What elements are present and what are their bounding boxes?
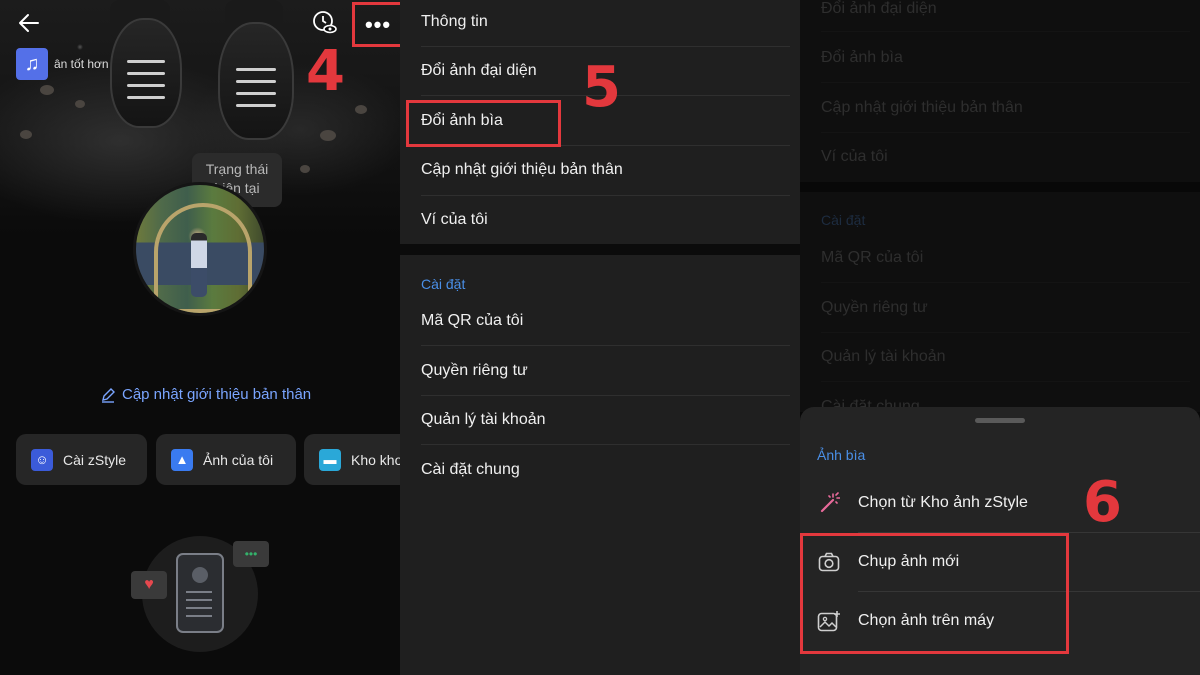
- archive-chip[interactable]: ▬ Kho kho: [304, 434, 400, 485]
- dimmed-settings-title: Cài đặt: [821, 212, 866, 228]
- zstyle-label: Cài zStyle: [63, 451, 127, 468]
- avatar[interactable]: [133, 182, 267, 316]
- divider: [821, 31, 1190, 32]
- divider: [421, 46, 790, 47]
- archive-label: Kho kho: [351, 451, 400, 468]
- menu-item-privacy[interactable]: Quyền riêng tư: [421, 362, 528, 380]
- music-caption: ân tốt hơn: [54, 57, 109, 71]
- dimmed-item: Quản lý tài khoản: [821, 348, 946, 365]
- menu-item-update-bio[interactable]: Cập nhật giới thiệu bản thân: [421, 161, 623, 179]
- dimmed-menu-top: Đổi ảnh đại diện Đổi ảnh bìa Cập nhật gi…: [800, 0, 1200, 182]
- profile-panel: ••• 4 ♫ ân tốt hơn Trạng thái hiện tại C…: [0, 0, 400, 675]
- divider: [421, 345, 790, 346]
- dimmed-item: Cập nhật giới thiệu bản thân: [821, 99, 1023, 116]
- highlight-photo-options: [800, 533, 1069, 654]
- menu-panel: Thông tin Đổi ảnh đại diện Đổi ảnh bìa C…: [400, 0, 800, 675]
- menu-section-settings: Cài đặt Mã QR của tôi Quyền riêng tư Quả…: [400, 255, 800, 675]
- step-5-label: 5: [582, 55, 621, 120]
- cover-shoe-left: [110, 18, 182, 128]
- cover-sheet-panel: Đổi ảnh đại diện Đổi ảnh bìa Cập nhật gi…: [800, 0, 1200, 675]
- divider: [821, 332, 1190, 333]
- divider: [821, 82, 1190, 83]
- highlight-change-cover: [406, 100, 561, 147]
- divider: [421, 195, 790, 196]
- more-options-button[interactable]: •••: [352, 2, 400, 47]
- message-icon: •••: [233, 541, 269, 567]
- heart-icon: ♥: [131, 571, 167, 599]
- divider: [821, 132, 1190, 133]
- magic-wand-icon: [817, 491, 841, 515]
- menu-item-change-avatar[interactable]: Đổi ảnh đại diện: [421, 62, 537, 80]
- option-zstyle-gallery[interactable]: Chọn từ Kho ảnh zStyle: [800, 475, 1200, 531]
- cover-pebble: [75, 100, 85, 108]
- sheet-drag-handle[interactable]: [975, 418, 1025, 423]
- photo-icon: ▲: [171, 448, 193, 471]
- divider: [421, 444, 790, 445]
- dimmed-item: Mã QR của tôi: [821, 249, 924, 266]
- status-line-1: Trạng thái: [205, 161, 269, 177]
- settings-section-title: Cài đặt: [421, 276, 466, 292]
- option-zstyle-label: Chọn từ Kho ảnh zStyle: [858, 494, 1028, 511]
- eye-clock-icon[interactable]: [310, 8, 340, 38]
- divider: [821, 282, 1190, 283]
- update-bio-link[interactable]: Cập nhật giới thiệu bản thân: [100, 386, 311, 403]
- cover-pebble: [300, 165, 310, 173]
- dimmed-item: Đổi ảnh đại diện: [821, 0, 937, 17]
- dimmed-item: Ví của tôi: [821, 148, 888, 165]
- menu-item-account[interactable]: Quản lý tài khoản: [421, 411, 546, 429]
- my-photos-chip[interactable]: ▲ Ảnh của tôi: [156, 434, 296, 485]
- menu-item-wallet[interactable]: Ví của tôi: [421, 211, 488, 229]
- cover-shoe-right: [218, 22, 294, 140]
- more-dots-icon: •••: [364, 11, 392, 37]
- menu-item-general-settings[interactable]: Cài đặt chung: [421, 461, 520, 479]
- dimmed-item: Đổi ảnh bìa: [821, 49, 903, 66]
- music-note-icon[interactable]: ♫: [16, 48, 48, 80]
- divider: [421, 395, 790, 396]
- cover-pebble: [355, 105, 367, 114]
- divider: [821, 381, 1190, 382]
- pencil-icon: [102, 387, 115, 403]
- zstyle-chip[interactable]: ☺ Cài zStyle: [16, 434, 147, 485]
- back-arrow-icon[interactable]: [14, 8, 44, 38]
- archive-box-icon: ▬: [319, 448, 341, 471]
- cover-pebble: [320, 130, 336, 141]
- update-bio-label: Cập nhật giới thiệu bản thân: [122, 386, 312, 403]
- menu-item-qr[interactable]: Mã QR của tôi: [421, 312, 523, 330]
- sheet-title: Ảnh bìa: [817, 447, 866, 463]
- menu-item-info[interactable]: Thông tin: [421, 13, 488, 31]
- my-photos-label: Ảnh của tôi: [203, 451, 274, 468]
- zstyle-icon: ☺: [31, 448, 53, 471]
- cover-pebble: [40, 85, 54, 95]
- step-4-label: 4: [306, 39, 345, 104]
- cover-pebble: [20, 130, 32, 139]
- step-6-label: 6: [1083, 470, 1122, 535]
- avatar-person: [191, 233, 207, 297]
- dimmed-menu-settings: Cài đặt Mã QR của tôi Quyền riêng tư Quả…: [800, 192, 1200, 415]
- dimmed-item: Quyền riêng tư: [821, 299, 928, 316]
- phone-illustration: [176, 553, 224, 633]
